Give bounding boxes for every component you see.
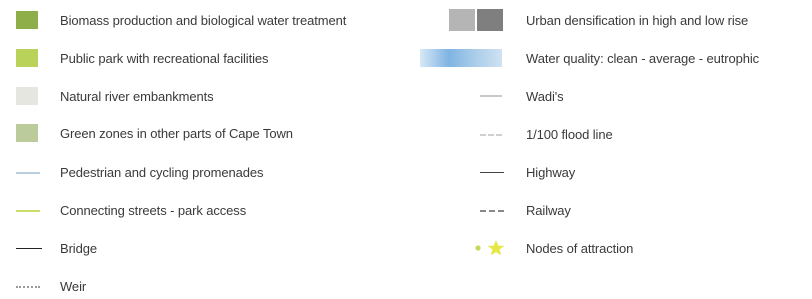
legend-label-biomass: Biomass production and biological water … [60, 12, 347, 28]
legend-label-water-quality: Water quality: clean - average - eutroph… [526, 50, 760, 66]
connecting-street-line-swatch [16, 210, 40, 212]
urban-densification-swatch [449, 9, 503, 31]
legend-label-river-embankments: Natural river embankments [60, 88, 214, 104]
legend-label-promenades: Pedestrian and cycling promenades [60, 164, 264, 180]
nodes-of-attraction-swatch [472, 238, 508, 258]
legend-label-nodes-of-attraction: Nodes of attraction [526, 240, 634, 256]
map-legend: Biomass production and biological water … [0, 0, 812, 299]
wadi-line-swatch [480, 95, 502, 97]
legend-label-public-park: Public park with recreational facilities [60, 50, 269, 66]
legend-label-urban-densification: Urban densification in high and low rise [526, 12, 749, 28]
promenade-line-swatch [16, 172, 40, 174]
weir-line-swatch [16, 286, 40, 288]
legend-label-flood-line: 1/100 flood line [526, 126, 613, 142]
legend-label-weir: Weir [60, 278, 87, 294]
biomass-swatch [16, 11, 38, 29]
railway-line-swatch [480, 210, 504, 212]
water-quality-swatch [420, 49, 502, 67]
star-icon [475, 240, 505, 256]
river-embankment-swatch [16, 87, 38, 105]
legend-label-bridge: Bridge [60, 240, 97, 256]
green-zones-swatch [16, 124, 38, 142]
bridge-line-swatch [16, 248, 42, 249]
legend-label-wadis: Wadi's [526, 88, 564, 104]
legend-label-green-zones: Green zones in other parts of Cape Town [60, 125, 293, 141]
highway-line-swatch [480, 172, 504, 173]
legend-label-connecting-streets: Connecting streets - park access [60, 202, 247, 218]
legend-label-highway: Highway [526, 164, 576, 180]
legend-label-railway: Railway [526, 202, 571, 218]
flood-line-swatch [480, 134, 502, 136]
public-park-swatch [16, 49, 38, 67]
